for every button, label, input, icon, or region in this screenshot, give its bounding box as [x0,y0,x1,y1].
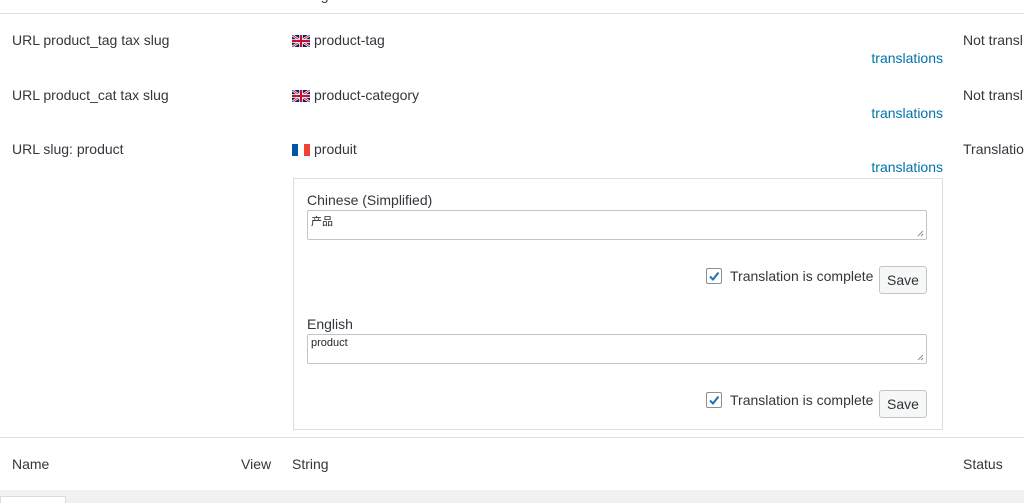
column-header-name[interactable]: Name [12,456,49,472]
string-name: URL slug: product [12,141,124,157]
string-value: product-tag [291,32,385,48]
string-value: product-category [291,87,420,103]
column-header-status: Status [963,456,1003,472]
save-button[interactable]: Save [879,390,927,418]
string-text: product-tag [314,32,385,48]
translation-textarea-chinese[interactable]: 产品 [307,210,927,240]
table-header-bottom: Name View String Status [0,437,1024,491]
table-header-top: Name View String Status [0,0,1024,14]
column-header-view: View [241,456,272,472]
string-text: product-category [314,87,420,103]
string-text: produit [314,141,357,157]
column-header-name[interactable]: Name [12,0,49,3]
status-text: Not transl [963,32,1023,48]
translation-text: 产品 [311,216,333,228]
resize-grip-icon[interactable] [917,354,924,361]
save-button[interactable]: Save [879,266,927,294]
translations-link[interactable]: translations [871,159,943,175]
checkbox[interactable] [706,392,722,408]
resize-grip-icon[interactable] [917,230,924,237]
checkbox[interactable] [706,268,722,284]
translation-complete-toggle[interactable]: Translation is complete [706,392,873,408]
translations-panel: Chinese (Simplified) 产品 Translation is c… [293,178,943,430]
language-label: Chinese (Simplified) [307,192,433,208]
translations-link[interactable]: translations [871,105,943,121]
footer-bar [0,490,1024,500]
translation-complete-toggle[interactable]: Translation is complete [706,268,873,284]
strings-table: Name View String Status URL product_tag … [0,0,1024,491]
checkbox-label[interactable]: Translation is complete [730,268,873,284]
checkmark-icon [709,395,720,406]
column-header-view: View [241,0,271,3]
checkmark-icon [709,271,720,282]
status-text: Not transl [963,87,1023,103]
string-name: URL product_cat tax slug [12,87,169,103]
column-header-string[interactable]: String [292,456,329,472]
column-header-string[interactable]: String [292,0,329,3]
status-text: Translatio [963,141,1024,157]
translations-link[interactable]: translations [871,50,943,66]
language-label: English [307,316,353,332]
fr-flag-icon [292,143,310,156]
string-name: URL product_tag tax slug [12,32,170,48]
string-value: produit [292,141,357,157]
uk-flag-icon [291,89,311,103]
checkbox-label[interactable]: Translation is complete [730,392,873,408]
column-header-status: Status [963,0,1003,3]
translation-textarea-english[interactable]: product [307,334,927,364]
translation-text: product [311,337,348,349]
uk-flag-icon [291,34,311,48]
